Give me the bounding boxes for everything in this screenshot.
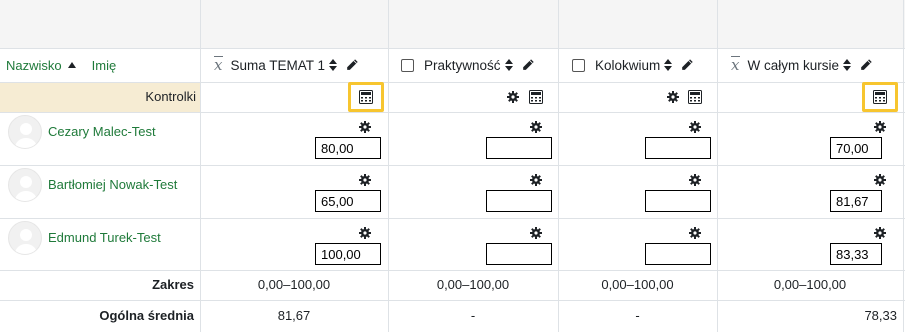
calculator-highlight[interactable] (348, 82, 384, 112)
checkbox-icon[interactable] (572, 58, 585, 72)
grade-input[interactable] (830, 190, 882, 212)
grade-input[interactable] (645, 243, 711, 265)
grade-input[interactable] (486, 190, 552, 212)
column-header-kolokwium: Kolokwium (572, 48, 715, 82)
average-label: Ogólna średnia (99, 308, 194, 323)
pencil-icon[interactable] (680, 58, 694, 72)
calculator-highlight[interactable] (862, 82, 898, 112)
range-value: 0,00–100,00 (257, 277, 331, 292)
gear-icon[interactable] (530, 227, 542, 239)
column-header-label[interactable]: Praktywność (424, 58, 501, 73)
gear-icon[interactable] (689, 174, 701, 186)
controls-label: Kontrolki (145, 89, 196, 104)
grader-table: Nazwisko Imię x Suma TEMAT 1 Praktywność… (0, 0, 905, 332)
aggregate-icon: x (731, 56, 741, 74)
column-header-w-calym-kursie: x W całym kursie (731, 48, 901, 82)
sort-icon[interactable] (664, 58, 673, 72)
gear-icon[interactable] (359, 121, 371, 133)
student-name-link[interactable]: Edmund Turek-Test (48, 230, 161, 245)
pencil-icon[interactable] (521, 58, 535, 72)
pencil-icon[interactable] (345, 58, 359, 72)
column-header-suma-temat-1: x Suma TEMAT 1 (214, 48, 386, 82)
gear-icon[interactable] (667, 91, 679, 103)
calculator-icon (359, 90, 373, 104)
sort-icon[interactable] (329, 58, 338, 72)
grade-input[interactable] (486, 137, 552, 159)
column-header-label[interactable]: W całym kursie (747, 58, 839, 73)
aggregate-icon: x (214, 56, 224, 74)
table-top-area (0, 0, 905, 48)
student-name-link[interactable]: Cezary Malec-Test (48, 124, 156, 139)
gear-icon[interactable] (530, 121, 542, 133)
surname-sort-link[interactable]: Nazwisko (6, 58, 62, 73)
range-label: Zakres (152, 277, 194, 292)
gear-icon[interactable] (530, 174, 542, 186)
avatar-icon (8, 168, 42, 202)
gear-icon[interactable] (359, 227, 371, 239)
sort-asc-icon[interactable] (67, 62, 76, 68)
column-header-label[interactable]: Suma TEMAT 1 (230, 58, 325, 73)
sort-icon[interactable] (504, 58, 513, 72)
gear-icon[interactable] (689, 121, 701, 133)
column-header-praktywnosc: Praktywność (401, 48, 556, 82)
average-value: 78,33 (864, 308, 897, 323)
pencil-icon[interactable] (859, 58, 873, 72)
grade-input[interactable] (315, 190, 381, 212)
name-sort-header: Nazwisko Imię (6, 48, 196, 82)
gear-icon[interactable] (874, 121, 886, 133)
range-value: 0,00–100,00 (601, 277, 674, 292)
grade-input[interactable] (315, 137, 381, 159)
gear-icon[interactable] (689, 227, 701, 239)
grade-input[interactable] (486, 243, 552, 265)
grade-input[interactable] (830, 243, 882, 265)
calculator-icon[interactable] (688, 90, 702, 104)
avatar-icon (8, 221, 42, 255)
sort-icon[interactable] (842, 58, 851, 72)
range-value: 0,00–100,00 (436, 277, 510, 292)
gear-icon[interactable] (874, 227, 886, 239)
avatar-icon (8, 115, 42, 149)
student-name-link[interactable]: Bartłomiej Nowak-Test (48, 177, 177, 192)
average-value: - (470, 308, 476, 323)
grade-input[interactable] (645, 190, 711, 212)
grade-input[interactable] (830, 137, 882, 159)
gear-icon[interactable] (359, 174, 371, 186)
range-value: 0,00–100,00 (773, 277, 847, 292)
firstname-sort-link[interactable]: Imię (92, 58, 117, 73)
calculator-icon (873, 90, 887, 104)
gear-icon[interactable] (874, 174, 886, 186)
grade-input[interactable] (315, 243, 381, 265)
average-value: 81,67 (277, 308, 311, 323)
checkbox-icon[interactable] (401, 58, 414, 72)
grade-input[interactable] (645, 137, 711, 159)
calculator-icon[interactable] (529, 90, 543, 104)
column-header-label[interactable]: Kolokwium (595, 58, 660, 73)
gear-icon[interactable] (507, 91, 519, 103)
average-value: - (635, 308, 640, 323)
